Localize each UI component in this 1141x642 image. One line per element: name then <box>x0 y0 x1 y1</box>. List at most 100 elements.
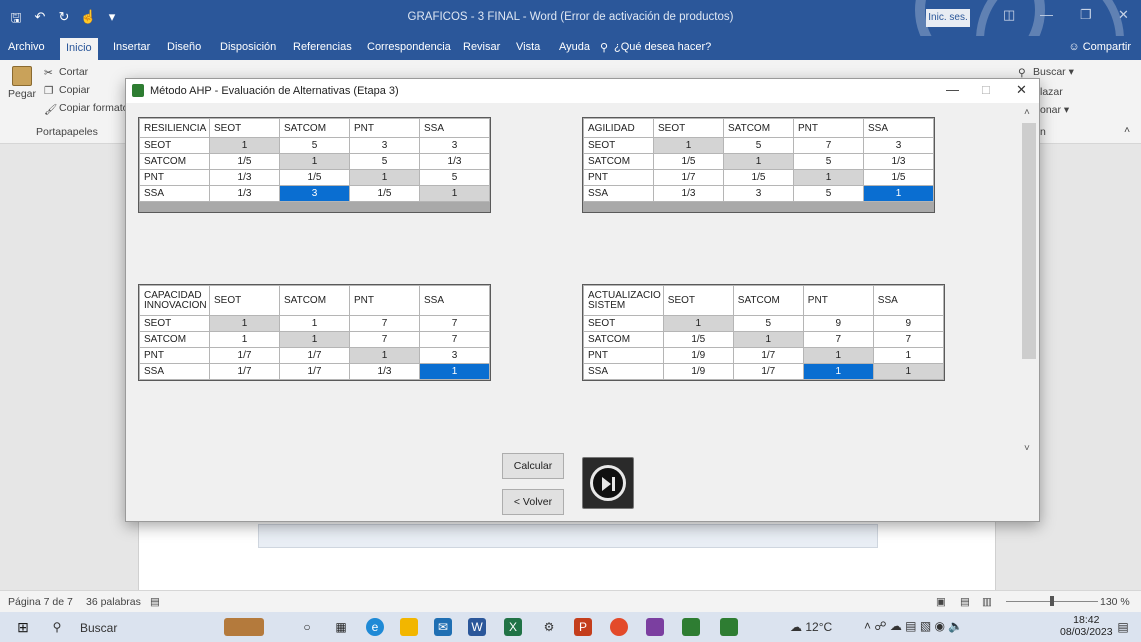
replace-button[interactable]: lazar <box>1040 86 1063 98</box>
matrix-cell[interactable]: 9 <box>872 315 944 332</box>
word-count[interactable]: 36 palabras <box>86 596 141 608</box>
matrix-cell[interactable]: 5 <box>723 137 794 154</box>
matrix-cell[interactable]: 1/5 <box>209 153 280 170</box>
search-icon[interactable]: ⚲ <box>48 618 66 636</box>
tab-archivo[interactable]: Archivo <box>8 41 45 53</box>
find-button[interactable]: ⚲ Buscar ▾ <box>1018 66 1074 79</box>
page-count[interactable]: Página 7 de 7 <box>8 596 73 608</box>
share-button[interactable]: ☺ Compartir <box>1068 41 1131 53</box>
matrix-cell[interactable]: 1 <box>279 315 350 332</box>
dialog-scrollbar[interactable]: ˄ ˅ <box>1020 103 1038 521</box>
matrix-cell[interactable]: 1/5 <box>863 169 934 186</box>
matrix-cell[interactable]: 1/9 <box>662 347 734 364</box>
scrollbar-thumb[interactable] <box>1022 123 1036 359</box>
matrix-cell[interactable]: 1/3 <box>863 153 934 170</box>
matrix-cell-selected[interactable]: 1 <box>863 185 934 202</box>
matrix-cell[interactable]: 1/3 <box>209 185 280 202</box>
matrix-cell[interactable]: 1 <box>872 347 944 364</box>
tab-referencias[interactable]: Referencias <box>293 41 352 53</box>
matrix-cell[interactable]: 7 <box>872 331 944 348</box>
paste-button[interactable]: Pegar <box>8 66 36 104</box>
dialog-close-icon[interactable]: ✕ <box>1016 82 1027 98</box>
scroll-up-icon[interactable]: ˄ <box>1024 107 1030 118</box>
cut-button[interactable]: ✂ Cortar <box>44 66 88 79</box>
close-icon[interactable]: ✕ <box>1118 7 1129 23</box>
copy-button[interactable]: ❐ Copiar <box>44 84 90 97</box>
ribbon-display-icon[interactable]: ◫ <box>1003 7 1015 23</box>
excel-app-icon[interactable]: X <box>504 618 522 636</box>
matrix-cell[interactable]: 1/7 <box>732 347 804 364</box>
matrix-cell[interactable]: 5 <box>349 153 420 170</box>
matrix-cell[interactable]: 1/5 <box>349 185 420 202</box>
format-painter-button[interactable]: 🖌 Copiar formato <box>44 102 128 116</box>
matrix-cell-selected[interactable]: 3 <box>279 185 350 202</box>
matrix-cell[interactable]: 1/7 <box>279 363 350 380</box>
system-tray-icons[interactable]: ˄ ☍ ☁ ▤ ▧ ◉ 🔈 <box>864 619 963 633</box>
tab-vista[interactable]: Vista <box>516 41 540 53</box>
matrix-cell[interactable]: 1/3 <box>419 153 490 170</box>
matrix-cell[interactable]: 3 <box>419 137 490 154</box>
matrix-cell[interactable]: 1/5 <box>279 169 350 186</box>
web-layout-icon[interactable]: ▥ <box>982 596 992 608</box>
matrix-cell[interactable]: 7 <box>349 315 420 332</box>
play-next-button[interactable] <box>582 457 634 509</box>
tab-diseno[interactable]: Diseño <box>167 41 201 53</box>
matrix-cell[interactable]: 1/7 <box>653 169 724 186</box>
matrix-cell[interactable]: 1/3 <box>209 169 280 186</box>
matrix-cell[interactable]: 7 <box>793 137 864 154</box>
zoom-level[interactable]: 130 % <box>1100 596 1130 608</box>
settings-gear-icon[interactable]: ⚙ <box>540 618 558 636</box>
matlab-app-icon[interactable] <box>682 618 700 636</box>
mail-icon[interactable]: ✉ <box>434 618 452 636</box>
task-view-icon[interactable]: ▦ <box>332 618 350 636</box>
matrix-cell[interactable]: 9 <box>802 315 874 332</box>
calcular-button[interactable]: Calcular <box>502 453 564 479</box>
matrix-cell[interactable]: 1/7 <box>209 347 280 364</box>
matrix-cell[interactable]: 1/7 <box>732 363 804 380</box>
print-layout-icon[interactable]: ▤ <box>960 596 970 608</box>
matrix-cell[interactable]: 5 <box>793 153 864 170</box>
volver-button[interactable]: < Volver <box>502 489 564 515</box>
file-explorer-icon[interactable] <box>400 618 418 636</box>
collapse-ribbon-icon[interactable]: ˄ <box>1124 124 1130 136</box>
zoom-slider-thumb[interactable] <box>1050 596 1054 606</box>
read-mode-icon[interactable]: ▣ <box>936 596 946 608</box>
matrix-cell[interactable]: 3 <box>863 137 934 154</box>
windows-start-icon[interactable]: ⊞ <box>14 618 32 636</box>
tab-insertar[interactable]: Insertar <box>113 41 150 53</box>
app-icon[interactable] <box>646 618 664 636</box>
tell-me-search[interactable]: ¿Qué desea hacer? <box>614 41 711 53</box>
matrix-cell[interactable]: 1/7 <box>279 347 350 364</box>
matrix-cell[interactable]: 7 <box>349 331 420 348</box>
word-app-icon[interactable]: W <box>468 618 486 636</box>
matrix-cell[interactable]: 1 <box>209 331 280 348</box>
notifications-icon[interactable]: ▤ <box>1114 618 1132 636</box>
powerpoint-app-icon[interactable]: P <box>574 618 592 636</box>
matrix-cell[interactable]: 1/7 <box>209 363 280 380</box>
dialog-maximize-icon[interactable]: □ <box>982 82 990 97</box>
tab-ayuda[interactable]: Ayuda <box>559 41 590 53</box>
matrix-cell[interactable]: 3 <box>349 137 420 154</box>
minimize-icon[interactable]: — <box>1040 7 1053 22</box>
sign-in-button[interactable]: Inic. ses. <box>926 9 970 27</box>
tab-inicio[interactable]: Inicio <box>60 38 98 60</box>
matrix-cell[interactable]: 7 <box>802 331 874 348</box>
matrix-cell[interactable]: 5 <box>279 137 350 154</box>
matrix-cell[interactable]: 5 <box>793 185 864 202</box>
matrix-cell[interactable]: 7 <box>419 315 490 332</box>
matrix-cell[interactable]: 3 <box>723 185 794 202</box>
restore-icon[interactable]: ❐ <box>1080 7 1092 23</box>
weather-widget-icon[interactable] <box>224 618 264 636</box>
matrix-cell[interactable]: 3 <box>419 347 490 364</box>
matrix-cell-selected[interactable]: 1 <box>419 363 490 380</box>
matrix-cell[interactable]: 1/5 <box>653 153 724 170</box>
tab-disposicion[interactable]: Disposición <box>220 41 276 53</box>
dialog-minimize-icon[interactable]: — <box>946 82 959 97</box>
ahp-app-icon[interactable] <box>720 618 738 636</box>
matrix-cell[interactable]: 5 <box>419 169 490 186</box>
matrix-cell[interactable]: 1/3 <box>653 185 724 202</box>
scroll-down-icon[interactable]: ˅ <box>1024 443 1030 454</box>
tab-correspondencia[interactable]: Correspondencia <box>367 41 451 53</box>
select-button[interactable]: onar ▾ <box>1040 104 1069 116</box>
tab-revisar[interactable]: Revisar <box>463 41 500 53</box>
